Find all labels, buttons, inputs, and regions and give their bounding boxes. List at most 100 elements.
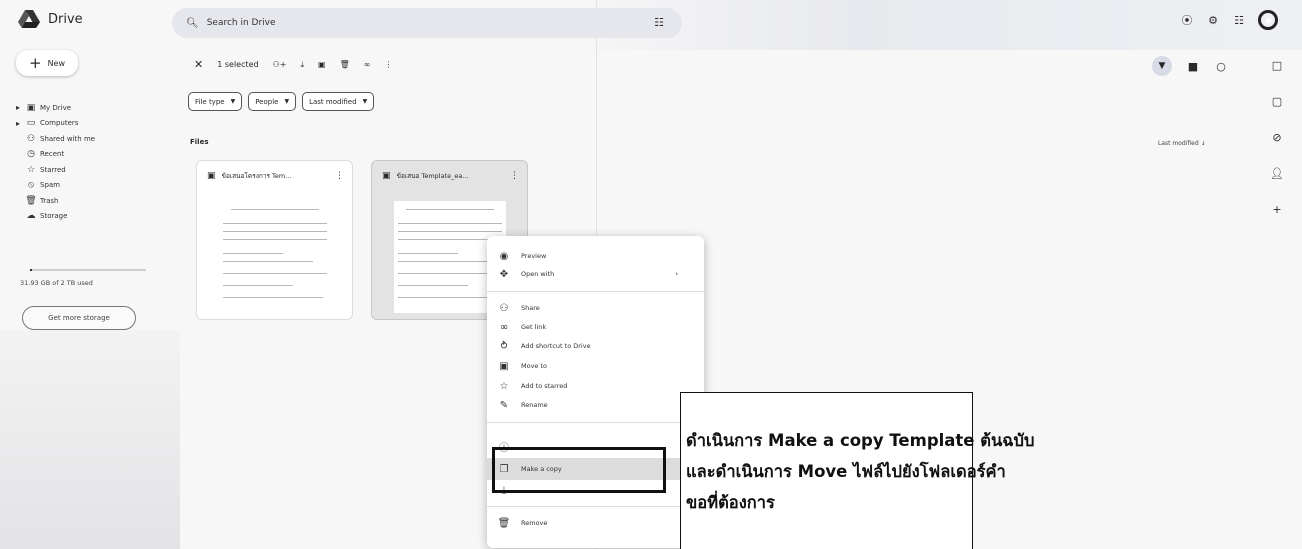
new-button-label: New: [47, 58, 66, 68]
get-more-storage-button[interactable]: Get more storage: [22, 306, 136, 330]
search-options-icon[interactable]: ☷: [654, 16, 664, 29]
right-side-panel: □ ▢ ⊘ 👤︎ +: [1270, 58, 1284, 238]
sidebar-item-label: My Drive: [40, 103, 72, 112]
pencil-icon: ✎: [499, 399, 509, 411]
menu-item-move-to[interactable]: ▣ Move to: [487, 356, 704, 376]
menu-item-add-starred[interactable]: ☆ Add to starred: [487, 376, 704, 396]
filter-dropdown-icon[interactable]: ▼: [1152, 56, 1172, 76]
shared-icon: ⚇: [26, 133, 36, 144]
trash-icon[interactable]: 🗑︎: [340, 60, 350, 69]
sidebar-item-label: Recent: [40, 150, 65, 159]
menu-item-preview[interactable]: ◉ Preview: [487, 246, 704, 266]
sidebar-item-shared[interactable]: ⚇ Shared with me: [16, 131, 95, 147]
app-name: Drive: [48, 11, 83, 27]
menu-item-label: Open with: [521, 270, 555, 278]
link-icon[interactable]: ∞: [364, 60, 371, 69]
file-name: ข้อเสนอ Template_ea...: [396, 172, 469, 180]
menu-separator: [487, 291, 704, 292]
contacts-icon[interactable]: 👤︎: [1270, 166, 1284, 180]
menu-item-label: Rename: [521, 401, 548, 409]
menu-item-remove[interactable]: 🗑︎ Remove: [487, 513, 704, 533]
sidebar-item-recent[interactable]: ◷ Recent: [16, 147, 95, 163]
docs-icon: ▣: [207, 171, 216, 181]
move-icon[interactable]: ▣: [318, 60, 326, 69]
sidebar-item-computers[interactable]: ▸ ▭ Computers: [16, 116, 95, 132]
chip-label: Last modified: [309, 97, 357, 106]
settings-icon[interactable]: ⚙: [1206, 13, 1220, 27]
share-icon[interactable]: ⚇+: [273, 60, 287, 69]
callout-line-1: ดำเนินการ Make a copy Template ต้นฉบับ: [686, 431, 1035, 450]
eye-icon: ◉: [499, 250, 509, 262]
plus-icon: +: [28, 53, 42, 72]
file-thumbnail: [219, 201, 331, 313]
calendar-icon[interactable]: □: [1270, 58, 1284, 72]
menu-item-get-link[interactable]: ∞ Get link: [487, 317, 704, 337]
header-actions: ⦿ ⚙ ☷: [1180, 10, 1278, 30]
star-icon: ☆: [499, 380, 509, 392]
sidebar-item-my-drive[interactable]: ▸ ▣ My Drive: [16, 100, 95, 116]
chevron-down-icon: ▼: [230, 98, 236, 105]
new-button[interactable]: + New: [16, 50, 78, 76]
sidebar-item-spam[interactable]: ⦸ Spam: [16, 178, 95, 194]
computer-icon: ▭: [26, 118, 36, 129]
chip-label: File type: [195, 97, 225, 106]
files-section-title: Files: [190, 138, 209, 146]
sort-control[interactable]: Last modified ↓: [1158, 140, 1206, 147]
star-icon: ☆: [26, 164, 36, 175]
open-with-icon: ✥: [499, 268, 509, 280]
menu-item-share[interactable]: ⚇ Share: [487, 298, 704, 318]
menu-item-rename[interactable]: ✎ Rename: [487, 395, 704, 415]
more-icon[interactable]: ⋮: [510, 171, 519, 181]
search-input[interactable]: Search in Drive: [207, 18, 276, 28]
close-icon[interactable]: ✕: [194, 58, 203, 71]
sidebar-item-label: Trash: [40, 196, 59, 205]
storage-bar: [30, 269, 146, 271]
ready-offline-icon[interactable]: ⦿: [1180, 13, 1194, 27]
grid-view-icon[interactable]: ■: [1186, 59, 1200, 73]
shortcut-icon: ⥁: [500, 340, 508, 352]
sidebar-item-label: Spam: [40, 181, 60, 190]
trash-icon: 🗑︎: [497, 517, 511, 529]
instruction-callout: ดำเนินการ Make a copy Template ต้นฉบับ แ…: [680, 392, 1035, 549]
sidebar-item-label: Computers: [40, 119, 79, 128]
menu-item-open-with[interactable]: ✥ Open with ›: [487, 264, 704, 284]
menu-item-add-shortcut[interactable]: ⥁ Add shortcut to Drive: [487, 336, 704, 356]
cloud-icon: ☁︎: [26, 211, 36, 222]
filter-file-type[interactable]: File type ▼: [188, 92, 243, 111]
chevron-down-icon: ▼: [284, 98, 290, 105]
spam-icon: ⦸: [28, 180, 34, 191]
more-icon[interactable]: ⋮: [335, 171, 344, 181]
trash-icon: 🗑︎: [25, 195, 37, 206]
menu-item-label: Get link: [521, 323, 547, 331]
tasks-icon[interactable]: ⊘: [1270, 130, 1284, 144]
chevron-down-icon: ▼: [362, 98, 368, 105]
drive-logo-icon: [18, 10, 40, 28]
file-card[interactable]: ▣ ข้อเสนอโครงการ Tem... ⋮: [196, 160, 353, 320]
sidebar-item-label: Shared with me: [40, 134, 96, 143]
drive-logo[interactable]: Drive: [18, 10, 83, 28]
docs-icon: ▣: [382, 171, 391, 181]
search-bar[interactable]: 🔍︎ Search in Drive ☷: [172, 8, 682, 38]
account-avatar[interactable]: [1258, 10, 1278, 30]
keep-icon[interactable]: ▢: [1270, 94, 1284, 108]
apps-icon[interactable]: ☷: [1232, 13, 1246, 27]
context-menu: ◉ Preview ✥ Open with › ⚇ Share ∞ Get link ⥁ A…: [487, 236, 704, 548]
info-icon[interactable]: ○: [1214, 59, 1228, 73]
add-addon-icon[interactable]: +: [1270, 202, 1284, 216]
menu-separator: [487, 422, 704, 423]
sidebar-item-label: Starred: [40, 165, 66, 174]
sidebar-item-storage[interactable]: ☁︎ Storage: [16, 209, 95, 225]
filter-people[interactable]: People ▼: [248, 92, 297, 111]
storage-bar-fill: [30, 269, 33, 271]
more-icon[interactable]: ⋮: [384, 60, 392, 69]
clock-icon: ◷: [27, 149, 35, 160]
filter-last-modified[interactable]: Last modified ▼: [302, 92, 375, 111]
storage-text: 31.93 GB of 2 TB used: [20, 279, 93, 287]
sidebar-item-trash[interactable]: 🗑︎ Trash: [16, 193, 95, 209]
sidebar-item-starred[interactable]: ☆ Starred: [16, 162, 95, 178]
menu-separator: [487, 506, 704, 507]
left-shadow-area: [0, 330, 180, 549]
download-icon[interactable]: ⤓: [301, 60, 305, 70]
make-copy-highlight-box: [492, 447, 666, 493]
chevron-right-icon: ›: [675, 270, 678, 278]
